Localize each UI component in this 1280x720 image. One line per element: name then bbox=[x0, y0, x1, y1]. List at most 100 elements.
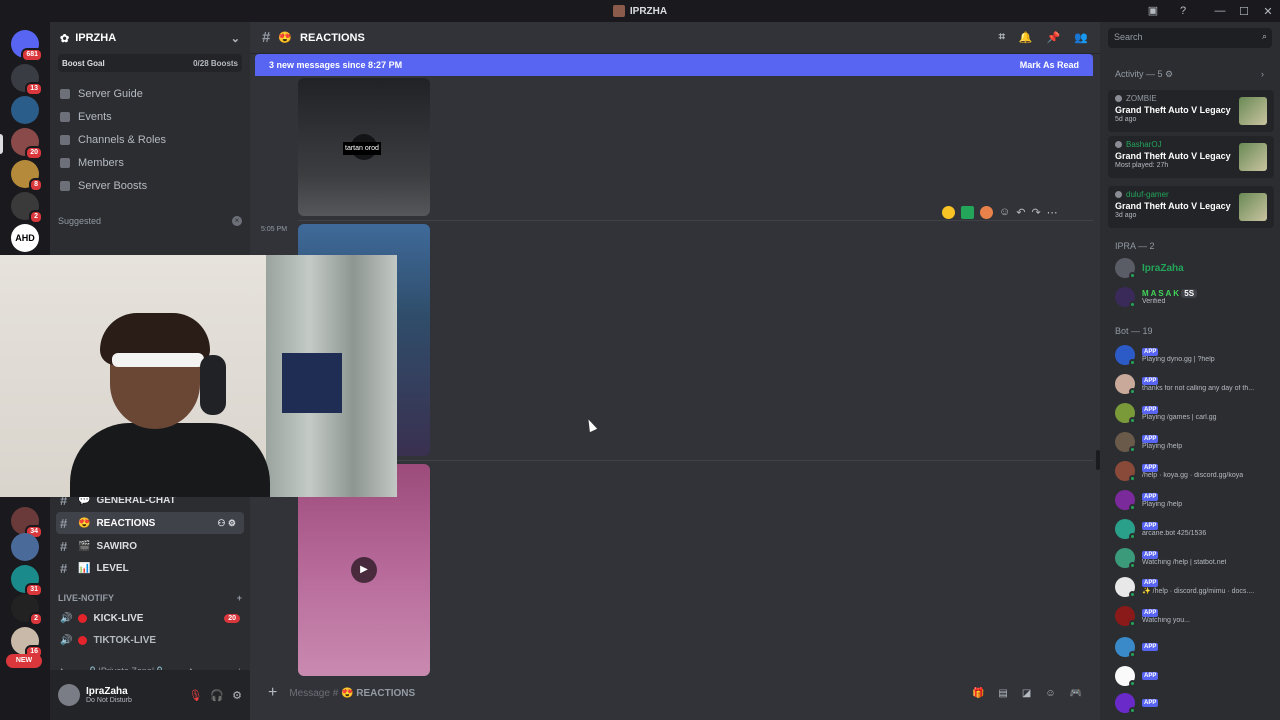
nav-server-guide[interactable]: Server Guide bbox=[50, 82, 250, 105]
inbox-icon[interactable]: ▣ bbox=[1146, 4, 1160, 18]
message-composer[interactable]: + Message # 😍 REACTIONS 🎁 ▤ ◪ ☺ 🎮 bbox=[258, 679, 1092, 707]
boost-goal-bar[interactable]: Boost Goal 0/28 Boosts bbox=[58, 54, 242, 72]
user-avatar bbox=[1115, 141, 1122, 148]
activity-user: BasharOJ bbox=[1126, 140, 1162, 149]
app-badge: APP bbox=[1142, 492, 1159, 501]
bot-status: thanks for not calling any day of th... bbox=[1142, 384, 1255, 392]
bot-item[interactable]: APP Playing /help bbox=[1115, 430, 1275, 454]
headphones-icon[interactable]: 🎧 bbox=[210, 689, 224, 702]
forward-icon[interactable]: ↷ bbox=[1031, 206, 1040, 219]
server-icon-5[interactable]: 2 bbox=[11, 192, 43, 224]
nav-events[interactable]: Events bbox=[50, 105, 250, 128]
bot-item[interactable]: APP bbox=[1115, 635, 1275, 659]
nav-members[interactable]: Members bbox=[50, 151, 250, 174]
bell-icon[interactable]: 🔔 bbox=[1019, 31, 1033, 44]
gif-icon[interactable]: ▤ bbox=[998, 688, 1007, 699]
server-icon-3[interactable]: 20 bbox=[11, 128, 43, 160]
channel-reactions[interactable]: # 😍 REACTIONS ⚇ ⚙ bbox=[56, 512, 244, 534]
new-badge[interactable]: NEW bbox=[6, 654, 42, 668]
member-list-icon[interactable]: 👥 bbox=[1074, 31, 1088, 44]
bot-item[interactable]: APP Playing /games | carl.gg bbox=[1115, 401, 1275, 425]
avatar[interactable] bbox=[58, 684, 80, 706]
message-input[interactable]: Message # 😍 REACTIONS bbox=[289, 688, 415, 699]
server-icon-6[interactable]: 34 bbox=[11, 507, 43, 539]
gear-icon[interactable]: ⚙ bbox=[232, 689, 242, 702]
channel-emoji: 📊 bbox=[78, 562, 91, 574]
activity-card[interactable]: BasharOJ Grand Theft Auto V Legacy Most pl… bbox=[1108, 136, 1274, 178]
add-channel-icon[interactable]: + bbox=[237, 593, 242, 603]
bot-item[interactable]: APP Playing dyno.gg | ?help bbox=[1115, 343, 1275, 367]
search-input[interactable]: Search ⌕ bbox=[1108, 28, 1272, 48]
bot-item[interactable]: APP Playing /help bbox=[1115, 488, 1275, 512]
server-icon-7[interactable] bbox=[11, 533, 39, 561]
activity-header[interactable]: Activity — 5 ⚙ › bbox=[1115, 69, 1264, 80]
gear-icon[interactable]: ⚙ bbox=[1165, 69, 1173, 79]
boost-icon bbox=[60, 180, 70, 191]
video-attachment-1[interactable]: ▶ tartan orod bbox=[298, 78, 430, 216]
new-messages-bar[interactable]: 3 new messages since 8:27 PM Mark As Rea… bbox=[255, 54, 1093, 76]
bot-item[interactable]: APP bbox=[1115, 664, 1275, 688]
member-item[interactable]: M A S A K 5S Verified bbox=[1115, 285, 1275, 309]
bot-item[interactable]: APP Watching /help | statbot.net bbox=[1115, 546, 1275, 570]
activity-card[interactable]: duluf-gamer Grand Theft Auto V Legacy 3d a… bbox=[1108, 186, 1274, 228]
close-button[interactable]: ✕ bbox=[1256, 5, 1280, 18]
channel-sawiro[interactable]: # 🎬 SAWIRO bbox=[50, 535, 250, 557]
close-icon[interactable]: × bbox=[232, 216, 242, 226]
server-icon-8[interactable]: 31 bbox=[11, 565, 43, 597]
bot-item[interactable]: APP thanks for not calling any day of th.… bbox=[1115, 372, 1275, 396]
apps-icon[interactable]: 🎮 bbox=[1070, 688, 1082, 699]
mention-badge: 681 bbox=[21, 48, 43, 62]
channel-level[interactable]: # 📊 LEVEL bbox=[50, 557, 250, 579]
minimize-button[interactable]: — bbox=[1208, 5, 1232, 17]
bot-item[interactable]: APP ✨ /help · discord.gg/mimu · docs.... bbox=[1115, 575, 1275, 599]
nav-server-boosts[interactable]: Server Boosts bbox=[50, 174, 250, 197]
server-icon-1[interactable]: 13 bbox=[11, 64, 43, 96]
pin-icon[interactable]: 📌 bbox=[1047, 31, 1061, 44]
avatar bbox=[1115, 490, 1136, 511]
server-icon-10[interactable]: 16 bbox=[11, 627, 43, 659]
member-item[interactable]: IpraZaha bbox=[1115, 256, 1275, 280]
app-badge: APP bbox=[1142, 434, 1159, 443]
category-live-notify[interactable]: LIVE-NOTIFY + bbox=[58, 593, 242, 603]
voice-kick-live[interactable]: 🔊 KICK-LIVE 20 bbox=[60, 607, 244, 629]
attach-plus-icon[interactable]: + bbox=[268, 684, 277, 702]
add-reaction-icon[interactable]: ☺ bbox=[999, 206, 1010, 219]
gift-icon[interactable]: 🎁 bbox=[972, 688, 984, 699]
reply-icon[interactable]: ↶ bbox=[1016, 206, 1025, 219]
suggested-header: Suggested × bbox=[50, 211, 250, 231]
window-title: IPRZHA bbox=[629, 5, 668, 17]
direct-messages-button[interactable]: 681 bbox=[11, 30, 43, 62]
mark-as-read-button[interactable]: Mark As Read bbox=[1020, 60, 1079, 70]
sticker-icon[interactable]: ◪ bbox=[1022, 688, 1031, 699]
help-icon[interactable]: ? bbox=[1176, 4, 1190, 18]
bot-item[interactable]: APP Watching you... bbox=[1115, 604, 1275, 628]
bot-status: arcane.bot 425/1536 bbox=[1142, 529, 1207, 537]
server-icon-9[interactable]: 2 bbox=[11, 594, 43, 626]
bot-status: Watching you... bbox=[1142, 616, 1190, 624]
voice-tiktok-live[interactable]: 🔊 TIKTOK-LIVE bbox=[60, 629, 244, 651]
maximize-button[interactable]: ☐ bbox=[1232, 5, 1256, 18]
server-icon-ahd[interactable]: AHD bbox=[11, 224, 39, 252]
laugh-emoji-icon[interactable] bbox=[942, 206, 955, 219]
server-icon-4[interactable]: 8 bbox=[11, 160, 43, 192]
mute-icon[interactable]: 🎙 bbox=[188, 689, 202, 702]
heart-eyes-emoji-icon[interactable] bbox=[980, 206, 993, 219]
invite-settings-icons[interactable]: ⚇ ⚙ bbox=[217, 518, 236, 529]
nav-channels-roles[interactable]: Channels & Roles bbox=[50, 128, 250, 151]
activity-card[interactable]: ZOMBIE Grand Theft Auto V Legacy 5d ago bbox=[1108, 90, 1274, 132]
webcam-overlay bbox=[0, 255, 397, 497]
bot-item[interactable]: APP arcane.bot 425/1536 bbox=[1115, 517, 1275, 541]
more-icon[interactable]: ⋯ bbox=[1047, 206, 1058, 219]
message-actions: ☺ ↶ ↷ ⋯ bbox=[942, 206, 1058, 219]
bot-item[interactable]: APP/help · koya.gg · discord.gg/koya bbox=[1115, 459, 1275, 483]
bot-item[interactable]: APP bbox=[1115, 691, 1275, 715]
speaker-icon: 🔊 bbox=[60, 612, 73, 624]
play-icon[interactable]: ▶ bbox=[351, 557, 377, 583]
server-icon-2[interactable] bbox=[11, 96, 39, 124]
server-header[interactable]: ✿ IPRZHA ⌄ bbox=[50, 22, 250, 54]
threads-icon[interactable]: ⌗ bbox=[999, 31, 1005, 44]
chevron-right-icon[interactable]: › bbox=[1261, 69, 1264, 79]
emoji-icon[interactable]: ☺ bbox=[1045, 688, 1055, 699]
app-badge: APP bbox=[1142, 608, 1159, 617]
check-emoji-icon[interactable] bbox=[961, 206, 974, 219]
